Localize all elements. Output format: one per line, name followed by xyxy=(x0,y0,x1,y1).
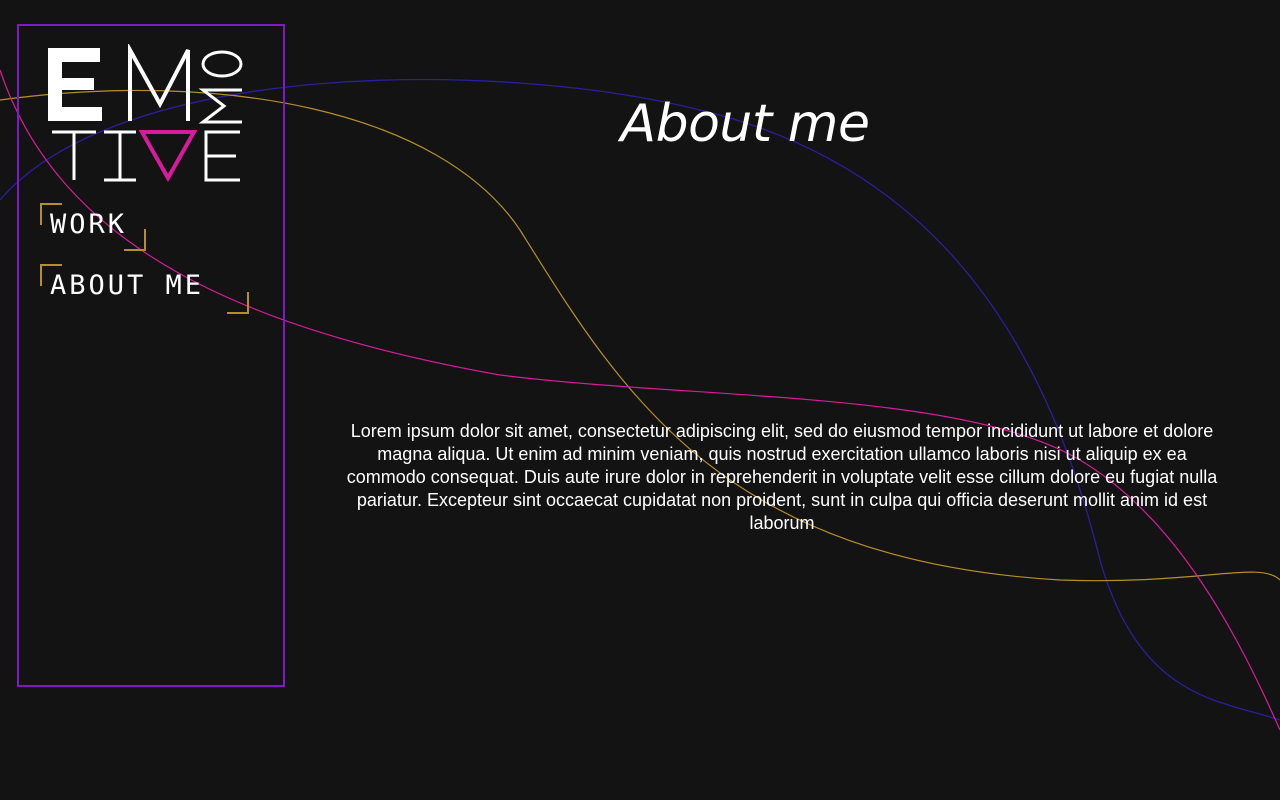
page: WORK ABOUT ME About me Lorem ipsum dolor… xyxy=(0,0,1280,800)
bracket-corner-icon xyxy=(124,229,146,251)
nav-item-label: ABOUT ME xyxy=(50,270,205,301)
logo-letter-m xyxy=(128,44,190,121)
logo-letter-m-rotated xyxy=(198,88,242,124)
nav-item-work[interactable]: WORK xyxy=(40,203,146,251)
nav-item-label: WORK xyxy=(50,209,128,240)
logo-letter-v-triangle xyxy=(138,130,198,183)
logo-letter-i xyxy=(104,130,136,182)
about-paragraph: Lorem ipsum dolor sit amet, consectetur … xyxy=(346,421,1218,533)
emotive-logo xyxy=(48,44,243,183)
bracket-corner-icon xyxy=(227,292,249,314)
nav-item-about-me[interactable]: ABOUT ME xyxy=(40,264,249,314)
logo-letter-o xyxy=(201,50,243,78)
logo-letter-t xyxy=(52,130,96,180)
page-title: About me xyxy=(620,94,870,154)
logo-letter-e-thin xyxy=(204,130,240,182)
